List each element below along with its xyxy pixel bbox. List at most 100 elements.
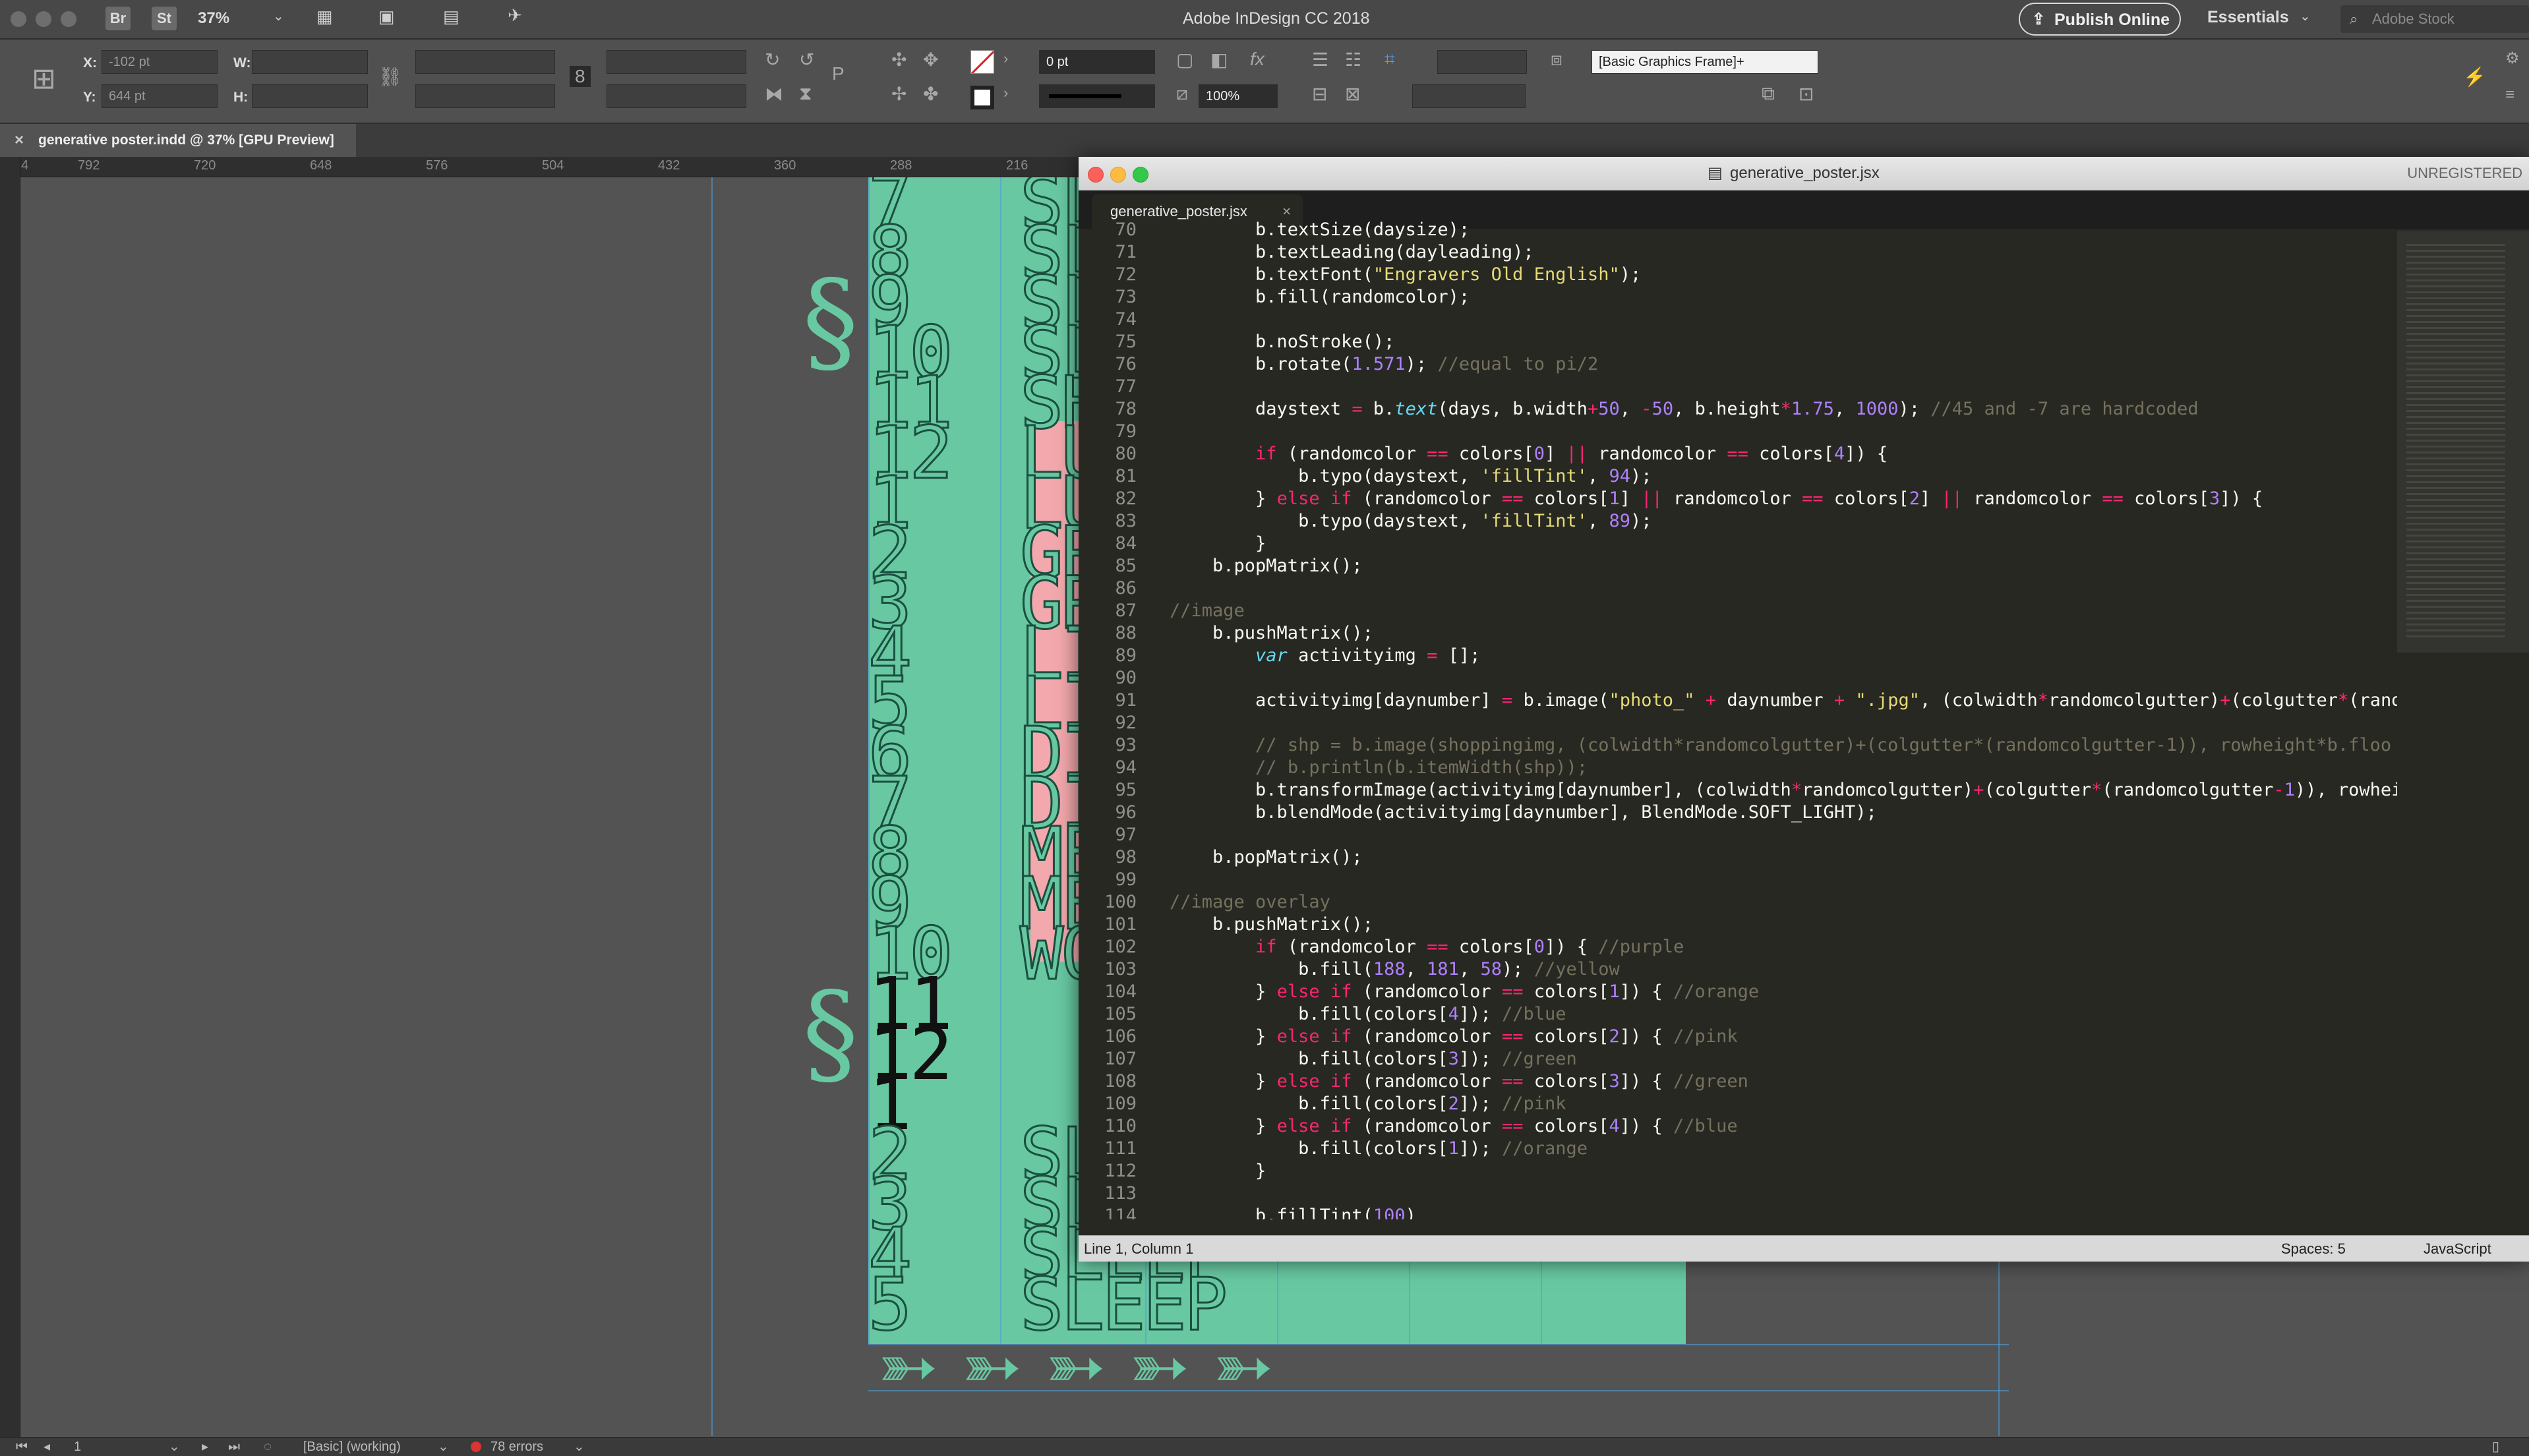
code-line[interactable]: 113 bbox=[1079, 1182, 2397, 1205]
gpu-performance-icon[interactable]: ✈ bbox=[508, 5, 522, 26]
code-line[interactable]: 74 bbox=[1079, 308, 2397, 331]
redefine-style-icon[interactable]: ⊡ bbox=[1799, 83, 1814, 105]
indentation-setting[interactable]: Spaces: 5 bbox=[2281, 1236, 2346, 1262]
chevron-down-icon[interactable]: ⌄ bbox=[438, 1438, 449, 1456]
code-line[interactable]: 100 //image overlay bbox=[1079, 891, 2397, 914]
chevron-right-icon[interactable]: › bbox=[1003, 50, 1008, 67]
reference-point-icon[interactable]: ⊞ bbox=[32, 62, 56, 96]
publish-online-button[interactable]: ⇪ Publish Online bbox=[2019, 3, 2181, 36]
preflight-errors[interactable]: 78 errors bbox=[491, 1438, 543, 1456]
flip-horizontal-icon[interactable]: ⧓ bbox=[765, 83, 783, 105]
align-left-icon[interactable]: ☰ bbox=[1312, 49, 1328, 71]
select-container-icon[interactable]: ✣ bbox=[891, 49, 907, 71]
workspace-switcher[interactable]: Essentials bbox=[2207, 8, 2289, 27]
width-field[interactable] bbox=[252, 50, 368, 74]
y-position-field[interactable]: 644 pt bbox=[102, 84, 218, 108]
fill-swatch[interactable] bbox=[970, 50, 994, 74]
shear-angle-field[interactable] bbox=[607, 84, 746, 108]
stroke-type-dropdown[interactable] bbox=[1039, 84, 1155, 108]
effects-fx-icon[interactable]: fx bbox=[1250, 49, 1264, 70]
code-area[interactable]: 70 b.textSize(daysize); 71 b.textLeading(… bbox=[1079, 219, 2397, 1219]
close-icon[interactable]: × bbox=[15, 124, 24, 157]
drop-shadow-icon[interactable]: ◧ bbox=[1210, 49, 1228, 71]
code-line[interactable]: 105 b.fill(colors[4]); //blue bbox=[1079, 1003, 2397, 1026]
chevron-down-icon[interactable]: ⌄ bbox=[574, 1438, 585, 1456]
constrain-proportions-icon[interactable]: ⛓ bbox=[378, 66, 402, 88]
code-line[interactable]: 114 b.fillTint(100) bbox=[1079, 1205, 2397, 1219]
preflight-profile[interactable]: [Basic] (working) bbox=[303, 1438, 401, 1456]
code-line[interactable]: 91 activityimg[daynumber] = b.image("pho… bbox=[1079, 689, 2397, 712]
clear-overrides-icon[interactable]: ⧉ bbox=[1762, 83, 1775, 105]
minimize-icon[interactable] bbox=[1110, 167, 1126, 183]
code-line[interactable]: 70 b.textSize(daysize); bbox=[1079, 219, 2397, 241]
flip-vertical-icon[interactable]: ⧗ bbox=[799, 83, 812, 105]
auto-fit-icon[interactable]: ⊠ bbox=[1345, 83, 1360, 105]
rotate-counterclockwise-icon[interactable]: ↺ bbox=[799, 49, 814, 71]
code-line[interactable]: 83 b.typo(daystext, 'fillTint', 89); bbox=[1079, 510, 2397, 533]
code-line[interactable]: 99 bbox=[1079, 869, 2397, 891]
stock-button[interactable]: St bbox=[152, 7, 177, 30]
code-line[interactable]: 96 b.blendMode(activityimg[daynumber], B… bbox=[1079, 801, 2397, 824]
code-line[interactable]: 94 // b.println(b.itemWidth(shp)); bbox=[1079, 757, 2397, 779]
minimize-window-icon[interactable] bbox=[36, 11, 51, 27]
screen-mode-icon[interactable]: ▣ bbox=[378, 7, 395, 27]
code-line[interactable]: 97 bbox=[1079, 824, 2397, 846]
code-line[interactable]: 73 b.fill(randomcolor); bbox=[1079, 286, 2397, 308]
first-page-icon[interactable]: ⏮ bbox=[16, 1438, 28, 1456]
code-line[interactable]: 102 if (randomcolor == colors[0]) { //pu… bbox=[1079, 936, 2397, 958]
code-line[interactable]: 90 bbox=[1079, 667, 2397, 689]
align-center-icon[interactable]: ☷ bbox=[1345, 49, 1361, 71]
code-line[interactable]: 71 b.textLeading(dayleading); bbox=[1079, 241, 2397, 264]
frame-fitting-icon[interactable]: ⌗ bbox=[1384, 49, 1395, 71]
code-line[interactable]: 103 b.fill(188, 181, 58); //yellow bbox=[1079, 958, 2397, 981]
select-previous-icon[interactable]: ✢ bbox=[891, 83, 907, 105]
code-line[interactable]: 81 b.typo(daystext, 'fillTint', 94); bbox=[1079, 465, 2397, 488]
stroke-swatch[interactable] bbox=[970, 86, 994, 109]
rotate-clockwise-icon[interactable]: ↻ bbox=[765, 49, 780, 71]
code-line[interactable]: 104 } else if (randomcolor == colors[1])… bbox=[1079, 981, 2397, 1003]
bridge-button[interactable]: Br bbox=[105, 7, 131, 30]
zoom-window-icon[interactable] bbox=[61, 11, 76, 27]
opacity-field[interactable]: 100% bbox=[1199, 84, 1278, 108]
code-line[interactable]: 75 b.noStroke(); bbox=[1079, 331, 2397, 353]
document-tab[interactable]: × generative poster.indd @ 37% [GPU Prev… bbox=[0, 124, 356, 157]
last-page-icon[interactable]: ⏭ bbox=[228, 1438, 240, 1456]
code-line[interactable]: 93 // shp = b.image(shoppingimg, (colwid… bbox=[1079, 734, 2397, 757]
code-line[interactable]: 78 daystext = b.text(days, b.width+50, -… bbox=[1079, 398, 2397, 421]
code-line[interactable]: 98 b.popMatrix(); bbox=[1079, 846, 2397, 869]
constrain-scale-icon[interactable]: 8 bbox=[570, 66, 591, 87]
next-page-icon[interactable]: ▸ bbox=[202, 1438, 208, 1456]
code-line[interactable]: 110 } else if (randomcolor == colors[4])… bbox=[1079, 1115, 2397, 1138]
page-number-field[interactable]: 1 bbox=[74, 1438, 81, 1456]
code-line[interactable]: 106 } else if (randomcolor == colors[2])… bbox=[1079, 1026, 2397, 1048]
rotation-angle-field[interactable] bbox=[607, 50, 746, 74]
chevron-down-icon[interactable]: ⌄ bbox=[2300, 8, 2311, 24]
close-window-icon[interactable] bbox=[11, 11, 26, 27]
code-line[interactable]: 108 } else if (randomcolor == colors[3])… bbox=[1079, 1070, 2397, 1093]
select-content-icon[interactable]: ✥ bbox=[923, 49, 938, 71]
code-line[interactable]: 80 if (randomcolor == colors[0] || rando… bbox=[1079, 443, 2397, 465]
select-next-icon[interactable]: ✤ bbox=[923, 83, 938, 105]
code-line[interactable]: 72 b.textFont("Engravers Old English"); bbox=[1079, 264, 2397, 286]
code-line[interactable]: 87 //image bbox=[1079, 600, 2397, 622]
code-line[interactable]: 112 } bbox=[1079, 1160, 2397, 1182]
code-line[interactable]: 101 b.pushMatrix(); bbox=[1079, 914, 2397, 936]
code-line[interactable]: 107 b.fill(colors[3]); //green bbox=[1079, 1048, 2397, 1070]
code-line[interactable]: 89 var activityimg = []; bbox=[1079, 645, 2397, 667]
previous-page-icon[interactable]: ◂ bbox=[44, 1438, 50, 1456]
lightning-icon[interactable]: ⚡ bbox=[2463, 66, 2486, 88]
x-position-field[interactable]: -102 pt bbox=[102, 50, 218, 74]
code-line[interactable]: 79 bbox=[1079, 421, 2397, 443]
code-line[interactable]: 109 b.fill(colors[2]); //pink bbox=[1079, 1093, 2397, 1115]
arrange-documents-icon[interactable]: ▤ bbox=[443, 7, 460, 27]
zoom-icon[interactable] bbox=[1133, 167, 1148, 183]
code-line[interactable]: 85 b.popMatrix(); bbox=[1079, 555, 2397, 577]
menu-icon[interactable]: ≡ bbox=[2505, 86, 2514, 104]
code-line[interactable]: 95 b.transformImage(activityimg[daynumbe… bbox=[1079, 779, 2397, 801]
adobe-stock-search-input[interactable]: ⌕ Adobe Stock bbox=[2340, 5, 2529, 33]
code-line[interactable]: 76 b.rotate(1.571); //equal to pi/2 bbox=[1079, 353, 2397, 376]
chevron-down-icon[interactable]: ⌄ bbox=[273, 8, 284, 24]
stroke-weight-field[interactable]: 0 pt bbox=[1039, 50, 1155, 74]
fitting-dropdown[interactable] bbox=[1412, 84, 1526, 108]
scale-y-field[interactable] bbox=[415, 84, 555, 108]
